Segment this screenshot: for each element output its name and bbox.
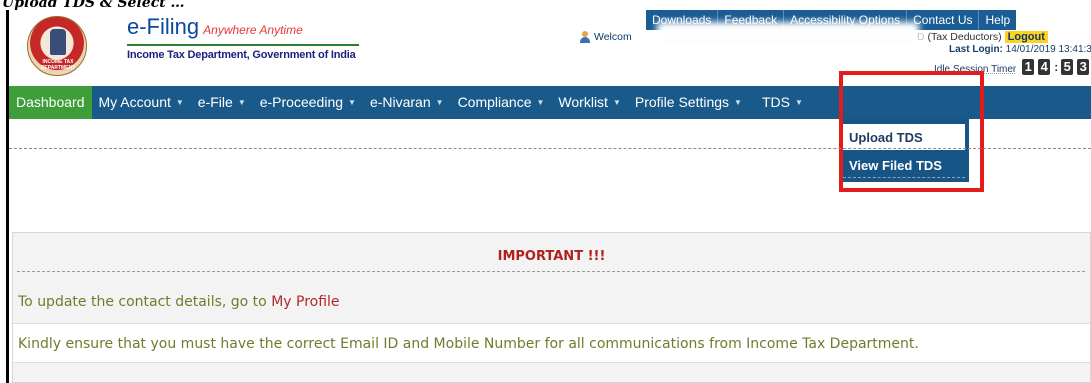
important-heading: IMPORTANT !!! bbox=[497, 249, 606, 264]
chevron-down-icon: ▼ bbox=[734, 98, 742, 107]
timer-digit: 5 bbox=[1061, 59, 1074, 75]
brand-title[interactable]: e-Filing Anywhere Anytime bbox=[127, 14, 303, 40]
chevron-down-icon: ▼ bbox=[237, 98, 246, 107]
downloads-link[interactable]: Downloads bbox=[646, 10, 719, 30]
nav-my-account[interactable]: My Account ▼ bbox=[92, 86, 191, 119]
my-profile-link[interactable]: My Profile bbox=[271, 294, 339, 310]
nav-e-proceeding[interactable]: e-Proceeding ▼ bbox=[253, 86, 363, 119]
brand-tagline: Anywhere Anytime bbox=[203, 23, 303, 37]
timer-digit: 3 bbox=[1077, 59, 1090, 75]
user-icon bbox=[579, 31, 591, 43]
help-link[interactable]: Help bbox=[979, 10, 1016, 30]
chevron-down-icon: ▼ bbox=[536, 98, 545, 107]
email-mobile-notice: Kindly ensure that you must have the cor… bbox=[13, 323, 1090, 363]
brand-name: e-Filing bbox=[127, 14, 200, 39]
brand-divider bbox=[127, 44, 359, 46]
income-tax-emblem-icon: INCOME TAX DEPARTMENT bbox=[27, 16, 87, 76]
nav-tds[interactable]: TDS ▼ bbox=[755, 86, 810, 119]
chevron-down-icon: ▼ bbox=[435, 98, 444, 107]
nav-compliance[interactable]: Compliance ▼ bbox=[451, 86, 552, 119]
redacted-username bbox=[663, 28, 913, 44]
accessibility-options-link[interactable]: Accessibility Options bbox=[784, 10, 908, 30]
chevron-down-icon: ▼ bbox=[175, 98, 184, 107]
divider bbox=[17, 271, 1085, 272]
last-login: Last Login: 14/01/2019 13:41:39 bbox=[949, 44, 1091, 55]
nav-e-nivaran[interactable]: e-Nivaran ▼ bbox=[363, 86, 451, 119]
contact-notice: To update the contact details, go to My … bbox=[18, 294, 340, 310]
nav-dashboard[interactable]: Dashboard bbox=[9, 86, 92, 119]
top-links: Downloads Feedback Accessibility Options… bbox=[646, 10, 1017, 30]
welcome-text: Welcom bbox=[579, 31, 632, 43]
timer-separator: : bbox=[1054, 60, 1059, 74]
highlight-box bbox=[839, 71, 984, 192]
divider bbox=[9, 148, 1091, 149]
contact-us-link[interactable]: Contact Us bbox=[907, 10, 980, 30]
timer-digit: 1 bbox=[1022, 59, 1035, 75]
logout-button[interactable]: Logout bbox=[1004, 31, 1048, 43]
timer-digit: 4 bbox=[1038, 59, 1051, 75]
nav-worklist[interactable]: Worklist ▼ bbox=[551, 86, 627, 119]
efiling-window: INCOME TAX DEPARTMENT e-Filing Anywhere A… bbox=[6, 10, 1091, 383]
nav-profile-settings[interactable]: Profile Settings ▼ bbox=[628, 86, 749, 119]
notice-panel: IMPORTANT !!! To update the contact deta… bbox=[12, 232, 1091, 383]
chevron-down-icon: ▼ bbox=[612, 98, 621, 107]
nav-e-file[interactable]: e-File ▼ bbox=[191, 86, 253, 119]
feedback-link[interactable]: Feedback bbox=[718, 10, 785, 30]
chevron-down-icon: ▼ bbox=[348, 98, 356, 107]
chevron-down-icon: ▼ bbox=[794, 98, 803, 107]
user-role: D (Tax Deductors) Logout bbox=[917, 31, 1048, 43]
brand-subtitle: Income Tax Department, Government of Ind… bbox=[127, 49, 356, 61]
